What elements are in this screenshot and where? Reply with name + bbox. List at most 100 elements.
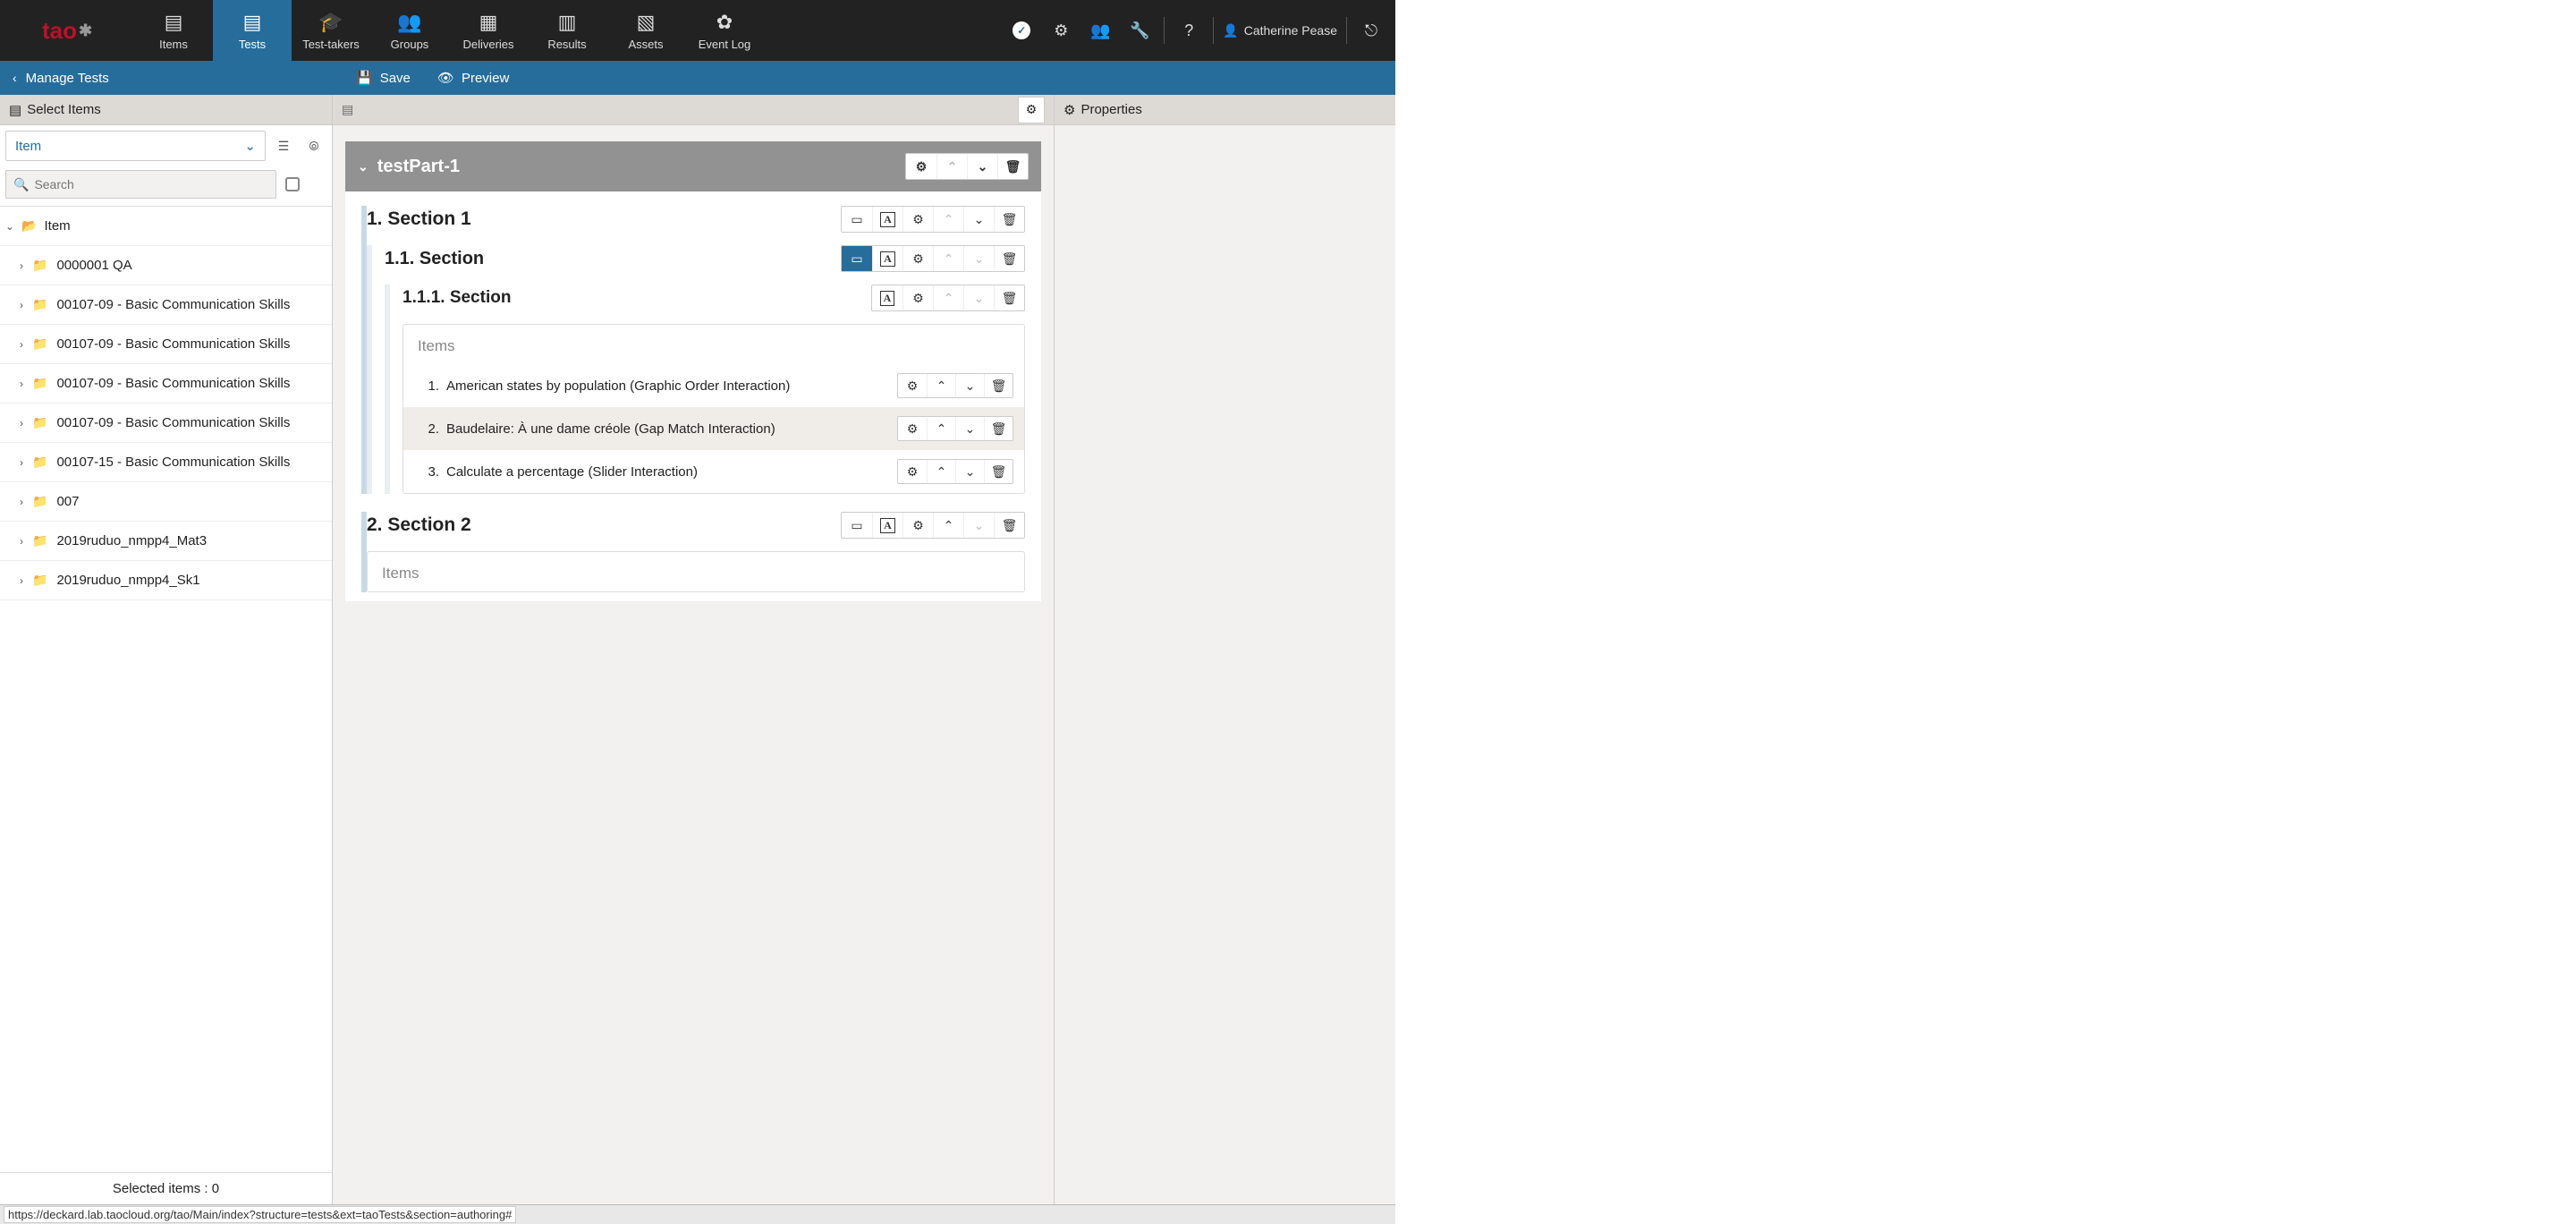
tree-folder[interactable]: ›📁0000001 QA	[0, 246, 332, 285]
testpart-header[interactable]: ⌄ testPart-1 ⚙ ⌃ ⌄ 🗑	[345, 141, 1041, 191]
preview-button[interactable]: 👁Preview	[437, 70, 509, 86]
select-all-checkbox[interactable]	[285, 177, 300, 191]
rubric-button[interactable]: ▭	[842, 246, 872, 271]
folder-label: 00107-09 - Basic Communication Skills	[56, 336, 290, 352]
section-1-title[interactable]: 1. Section 1	[367, 208, 832, 230]
class-select[interactable]: Item ⌄	[5, 131, 266, 161]
list-icon: ▤	[9, 102, 21, 118]
delete-button[interactable]: 🗑	[994, 285, 1024, 310]
tree-folder[interactable]: ›📁00107-09 - Basic Communication Skills	[0, 364, 332, 404]
user-menu[interactable]: 👤Catherine Pease	[1223, 23, 1337, 38]
tree-folder[interactable]: ›📁00107-09 - Basic Communication Skills	[0, 404, 332, 443]
rubric-button[interactable]: ▭	[842, 207, 872, 232]
manage-tests-link[interactable]: Manage Tests	[26, 71, 109, 86]
move-down-button[interactable]: ⌄	[963, 513, 994, 538]
tree-folder[interactable]: ›📁2019ruduo_nmpp4_Sk1	[0, 561, 332, 600]
move-down-button[interactable]: ⌄	[963, 246, 994, 271]
sub-bar: ‹ Manage Tests 💾Save 👁Preview	[0, 61, 1395, 95]
item-move-up-button[interactable]: ⌃	[927, 417, 955, 440]
tree-folder[interactable]: ›📁00107-09 - Basic Communication Skills	[0, 325, 332, 364]
rubric-button[interactable]: ▭	[842, 513, 872, 538]
nav-tests[interactable]: ▤Tests	[213, 0, 292, 61]
nav-event-log[interactable]: ✿Event Log	[685, 0, 764, 61]
move-up-button[interactable]: ⌃	[933, 513, 963, 538]
item-delete-button[interactable]: 🗑	[984, 374, 1013, 397]
chevron-down-icon: ⌄	[244, 138, 256, 154]
nav-results[interactable]: ▥Results	[528, 0, 606, 61]
item-settings-button[interactable]: ⚙	[898, 460, 927, 483]
tree-root[interactable]: ⌄ 📂 Item	[0, 207, 332, 246]
item-move-down-button[interactable]: ⌄	[955, 417, 984, 440]
folder-label: 2019ruduo_nmpp4_Mat3	[56, 533, 207, 548]
item-settings-button[interactable]: ⚙	[898, 374, 927, 397]
test-item-row[interactable]: 3.Calculate a percentage (Slider Interac…	[403, 450, 1024, 493]
move-up-button[interactable]: ⌃	[933, 246, 963, 271]
item-move-up-button[interactable]: ⌃	[927, 460, 955, 483]
results-icon: ▥	[558, 11, 577, 34]
tools-icon[interactable]: 🔧	[1124, 15, 1155, 46]
search-input[interactable]	[34, 177, 268, 191]
part-settings-button[interactable]: ⚙	[906, 154, 936, 179]
tree-folder[interactable]: ›📁007	[0, 482, 332, 522]
item-settings-button[interactable]: ⚙	[898, 417, 927, 440]
nav-test-takers[interactable]: 🎓Test-takers	[292, 0, 370, 61]
nav-items[interactable]: ▤Items	[134, 0, 213, 61]
save-button[interactable]: 💾Save	[356, 70, 411, 86]
section-settings-button[interactable]: ⚙	[902, 285, 933, 310]
item-label: American states by population (Graphic O…	[446, 378, 897, 394]
move-down-button[interactable]: ⌄	[963, 285, 994, 310]
tree-folder[interactable]: ›📁2019ruduo_nmpp4_Mat3	[0, 522, 332, 561]
folder-label: 00107-09 - Basic Communication Skills	[56, 376, 290, 391]
nav-assets[interactable]: ▧Assets	[606, 0, 685, 61]
items-icon: ▤	[165, 11, 183, 34]
nav-groups[interactable]: 👥Groups	[370, 0, 449, 61]
section-2-title[interactable]: 2. Section 2	[367, 514, 832, 536]
list-view-button[interactable]: ☰	[271, 133, 296, 158]
item-delete-button[interactable]: 🗑	[984, 417, 1013, 440]
item-move-down-button[interactable]: ⌄	[955, 374, 984, 397]
section-1-1-title[interactable]: 1.1. Section	[385, 249, 832, 269]
delete-button[interactable]: 🗑	[994, 207, 1024, 232]
part-move-up-button[interactable]: ⌃	[936, 154, 967, 179]
move-up-button[interactable]: ⌃	[933, 207, 963, 232]
nav-deliveries[interactable]: ▦Deliveries	[449, 0, 528, 61]
gear-icon: ⚙	[1063, 102, 1075, 118]
section-settings-button[interactable]: ⚙	[902, 207, 933, 232]
test-item-row[interactable]: 2.Baudelaire: À une dame créole (Gap Mat…	[403, 407, 1024, 450]
section-settings-button[interactable]: ⚙	[902, 246, 933, 271]
section-1-1-1-title[interactable]: 1.1.1. Section	[402, 288, 862, 308]
tree-view-button[interactable]: ⦾	[301, 133, 326, 158]
part-move-down-button[interactable]: ⌄	[967, 154, 997, 179]
chevron-right-icon: ›	[20, 338, 23, 351]
delete-button[interactable]: 🗑	[994, 513, 1024, 538]
folder-label: 00107-09 - Basic Communication Skills	[56, 297, 290, 312]
text-button[interactable]: A	[872, 285, 902, 310]
folder-label: 007	[56, 494, 79, 509]
tree-folder[interactable]: ›📁00107-15 - Basic Communication Skills	[0, 443, 332, 482]
test-item-row[interactable]: 1.American states by population (Graphic…	[403, 364, 1024, 407]
users-icon[interactable]: 👥	[1085, 15, 1115, 46]
folder-icon: 📁	[32, 297, 47, 312]
authoring-area: ▤ ⚙ ⌄ testPart-1 ⚙ ⌃ ⌄ 🗑	[333, 95, 1054, 1204]
move-up-button[interactable]: ⌃	[933, 285, 963, 310]
text-button[interactable]: A	[872, 246, 902, 271]
sync-status-icon[interactable]: ✓	[1006, 15, 1037, 46]
deliveries-icon: ▦	[479, 11, 498, 34]
move-down-button[interactable]: ⌄	[963, 207, 994, 232]
text-button[interactable]: A	[872, 207, 902, 232]
help-icon[interactable]: ?	[1174, 15, 1204, 46]
section-settings-button[interactable]: ⚙	[902, 513, 933, 538]
item-move-down-button[interactable]: ⌄	[955, 460, 984, 483]
user-icon: 👤	[1223, 23, 1238, 38]
status-bar: https://deckard.lab.taocloud.org/tao/Mai…	[0, 1204, 1395, 1224]
logout-icon[interactable]: ⎋	[1356, 15, 1386, 46]
delete-button[interactable]: 🗑	[994, 246, 1024, 271]
settings-icon[interactable]: ⚙	[1046, 15, 1076, 46]
part-delete-button[interactable]: 🗑	[997, 154, 1028, 179]
chevron-right-icon: ›	[20, 535, 23, 548]
text-button[interactable]: A	[872, 513, 902, 538]
item-move-up-button[interactable]: ⌃	[927, 374, 955, 397]
item-delete-button[interactable]: 🗑	[984, 460, 1013, 483]
tree-folder[interactable]: ›📁00107-09 - Basic Communication Skills	[0, 285, 332, 325]
test-settings-button[interactable]: ⚙	[1018, 97, 1045, 123]
